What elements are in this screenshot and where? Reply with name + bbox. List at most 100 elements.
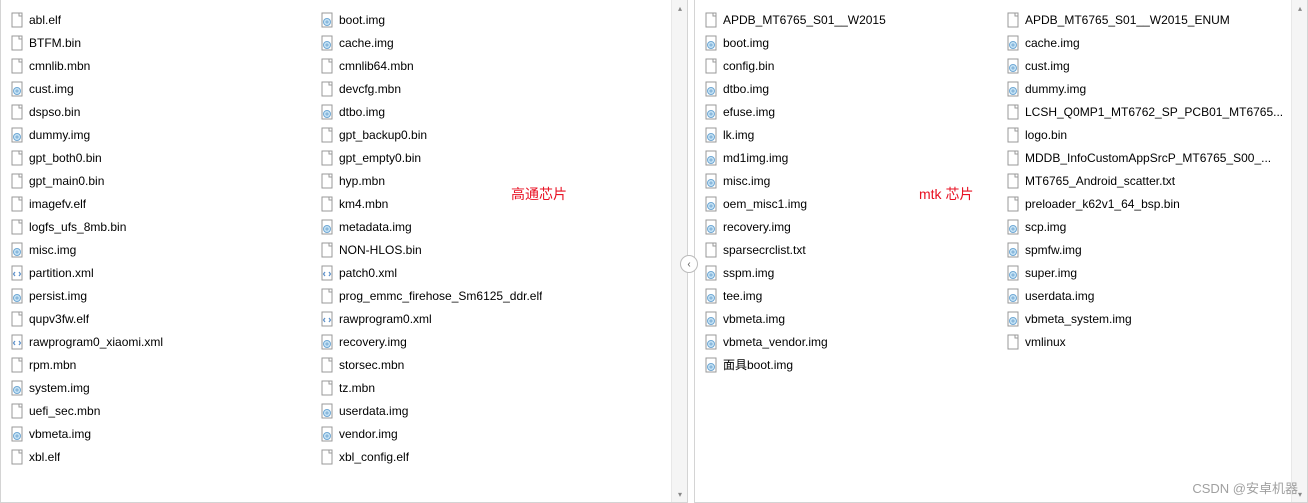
file-item[interactable]: dtbo.img: [699, 77, 1001, 100]
file-item[interactable]: partition.xml: [5, 261, 315, 284]
disk-image-icon: [703, 288, 719, 304]
file-name-label: spmfw.img: [1025, 243, 1082, 257]
file-name-label: APDB_MT6765_S01__W2015_ENUM: [1025, 13, 1230, 27]
disk-image-icon: [703, 265, 719, 281]
file-item[interactable]: NON-HLOS.bin: [315, 238, 625, 261]
file-item[interactable]: vbmeta_vendor.img: [699, 330, 1001, 353]
file-item[interactable]: km4.mbn: [315, 192, 625, 215]
file-item[interactable]: qupv3fw.elf: [5, 307, 315, 330]
file-item[interactable]: abl.elf: [5, 8, 315, 31]
disk-image-icon: [1005, 58, 1021, 74]
file-item[interactable]: boot.img: [315, 8, 625, 31]
file-item[interactable]: userdata.img: [1001, 284, 1303, 307]
file-item[interactable]: imagefv.elf: [5, 192, 315, 215]
pane-collapse-button[interactable]: ‹: [680, 255, 698, 273]
file-item[interactable]: dspso.bin: [5, 100, 315, 123]
disk-image-icon: [319, 35, 335, 51]
file-item[interactable]: recovery.img: [699, 215, 1001, 238]
file-item[interactable]: patch0.xml: [315, 261, 625, 284]
scroll-up-icon[interactable]: ▴: [1292, 0, 1308, 16]
file-item[interactable]: 面具boot.img: [699, 353, 1001, 376]
file-item[interactable]: vbmeta.img: [5, 422, 315, 445]
file-item[interactable]: dtbo.img: [315, 100, 625, 123]
file-item[interactable]: vendor.img: [315, 422, 625, 445]
file-item[interactable]: tee.img: [699, 284, 1001, 307]
file-item[interactable]: gpt_main0.bin: [5, 169, 315, 192]
file-item[interactable]: system.img: [5, 376, 315, 399]
right-file-pane: APDB_MT6765_S01__W2015 boot.imgconfig.bin…: [694, 0, 1308, 503]
disk-image-icon: [319, 12, 335, 28]
file-item[interactable]: MDDB_InfoCustomAppSrcP_MT6765_S00_...: [1001, 146, 1303, 169]
file-item[interactable]: vbmeta.img: [699, 307, 1001, 330]
file-item[interactable]: dummy.img: [5, 123, 315, 146]
file-item[interactable]: xbl_config.elf: [315, 445, 625, 468]
file-item[interactable]: persist.img: [5, 284, 315, 307]
file-icon: [9, 357, 25, 373]
file-item[interactable]: APDB_MT6765_S01__W2015_ENUM: [1001, 8, 1303, 31]
scrollbar[interactable]: ▴ ▾: [1291, 0, 1307, 502]
file-icon: [319, 242, 335, 258]
scroll-up-icon[interactable]: ▴: [672, 0, 688, 16]
file-item[interactable]: cmnlib.mbn: [5, 54, 315, 77]
file-item[interactable]: cmnlib64.mbn: [315, 54, 625, 77]
file-item[interactable]: rawprogram0.xml: [315, 307, 625, 330]
file-item[interactable]: tz.mbn: [315, 376, 625, 399]
file-item[interactable]: cust.img: [1001, 54, 1303, 77]
file-item[interactable]: storsec.mbn: [315, 353, 625, 376]
file-item[interactable]: sparsecrclist.txt: [699, 238, 1001, 261]
file-item[interactable]: lk.img: [699, 123, 1001, 146]
file-item[interactable]: rawprogram0_xiaomi.xml: [5, 330, 315, 353]
file-name-label: km4.mbn: [339, 197, 388, 211]
file-icon: [319, 127, 335, 143]
file-item[interactable]: APDB_MT6765_S01__W2015: [699, 8, 1001, 31]
file-item[interactable]: spmfw.img: [1001, 238, 1303, 261]
file-item[interactable]: logfs_ufs_8mb.bin: [5, 215, 315, 238]
file-name-label: APDB_MT6765_S01__W2015: [723, 13, 886, 27]
file-item[interactable]: scp.img: [1001, 215, 1303, 238]
file-item[interactable]: preloader_k62v1_64_bsp.bin: [1001, 192, 1303, 215]
file-item[interactable]: metadata.img: [315, 215, 625, 238]
file-item[interactable]: efuse.img: [699, 100, 1001, 123]
file-item[interactable]: recovery.img: [315, 330, 625, 353]
file-item[interactable]: md1img.img: [699, 146, 1001, 169]
file-item[interactable]: BTFM.bin: [5, 31, 315, 54]
file-item[interactable]: MT6765_Android_scatter.txt: [1001, 169, 1303, 192]
file-item[interactable]: rpm.mbn: [5, 353, 315, 376]
scrollbar[interactable]: ▴ ▾: [671, 0, 687, 502]
file-name-label: prog_emmc_firehose_Sm6125_ddr.elf: [339, 289, 542, 303]
file-item[interactable]: dummy.img: [1001, 77, 1303, 100]
file-item[interactable]: hyp.mbn: [315, 169, 625, 192]
scroll-down-icon[interactable]: ▾: [672, 486, 688, 502]
file-item[interactable]: sspm.img: [699, 261, 1001, 284]
file-name-label: vendor.img: [339, 427, 398, 441]
file-item[interactable]: prog_emmc_firehose_Sm6125_ddr.elf: [315, 284, 625, 307]
file-name-label: vbmeta_vendor.img: [723, 335, 828, 349]
file-item[interactable]: vbmeta_system.img: [1001, 307, 1303, 330]
file-item[interactable]: LCSH_Q0MP1_MT6762_SP_PCB01_MT6765...: [1001, 100, 1303, 123]
file-icon: [319, 173, 335, 189]
disk-image-icon: [703, 311, 719, 327]
file-item[interactable]: uefi_sec.mbn: [5, 399, 315, 422]
file-item[interactable]: config.bin: [699, 54, 1001, 77]
file-name-label: cust.img: [29, 82, 74, 96]
file-name-label: MT6765_Android_scatter.txt: [1025, 174, 1175, 188]
file-item[interactable]: gpt_both0.bin: [5, 146, 315, 169]
file-name-label: metadata.img: [339, 220, 412, 234]
file-item[interactable]: boot.img: [699, 31, 1001, 54]
file-item[interactable]: userdata.img: [315, 399, 625, 422]
chip-label-mtk: mtk 芯片: [919, 184, 973, 204]
disk-image-icon: [9, 380, 25, 396]
file-item[interactable]: cust.img: [5, 77, 315, 100]
xml-file-icon: [319, 311, 335, 327]
file-item[interactable]: cache.img: [315, 31, 625, 54]
file-item[interactable]: misc.img: [5, 238, 315, 261]
file-item[interactable]: super.img: [1001, 261, 1303, 284]
file-item[interactable]: devcfg.mbn: [315, 77, 625, 100]
file-item[interactable]: gpt_backup0.bin: [315, 123, 625, 146]
file-item[interactable]: cache.img: [1001, 31, 1303, 54]
file-item[interactable]: xbl.elf: [5, 445, 315, 468]
file-item[interactable]: logo.bin: [1001, 123, 1303, 146]
file-item[interactable]: vmlinux: [1001, 330, 1303, 353]
file-name-label: super.img: [1025, 266, 1077, 280]
file-item[interactable]: gpt_empty0.bin: [315, 146, 625, 169]
